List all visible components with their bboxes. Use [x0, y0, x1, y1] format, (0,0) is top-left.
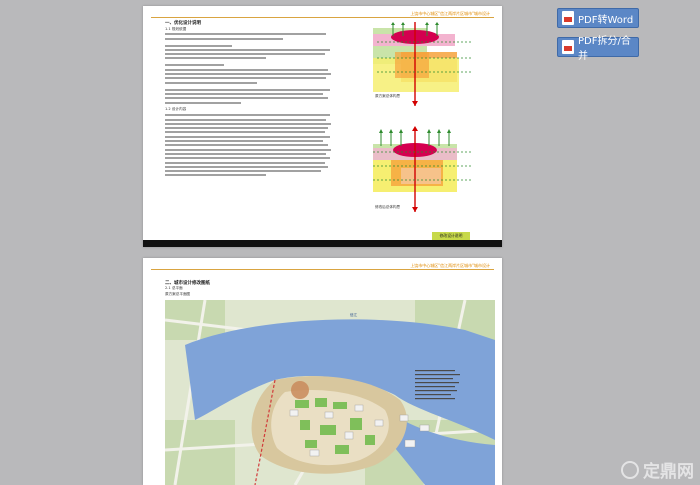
body-text-block-1 — [165, 31, 333, 106]
pdf-split-merge-label: PDF拆分/合并 — [578, 36, 631, 62]
header-rule — [151, 17, 494, 18]
river-label: 信江 — [350, 313, 358, 317]
original-concept-diagram — [373, 22, 473, 106]
diagram-caption-bottom: 修改后总体构思 — [375, 205, 401, 209]
pdf-to-word-button[interactable]: PDF转Word — [557, 8, 639, 28]
document-page-2: 上饶市中心城区"信江两岸片区城市"城市设计 二、城市设计修改图纸 2.1 总平面… — [143, 258, 502, 485]
header-rule — [151, 269, 494, 270]
diagram-caption-top: 原方案总体构思 — [375, 94, 401, 98]
watermark: 定鼎网 — [621, 457, 694, 482]
pdf-split-merge-button[interactable]: PDF拆分/合并 — [557, 36, 639, 62]
document-page-1: 上饶市中心城区"信江两岸片区城市"城市设计 一、优化设计说明 1.1 规划依据 … — [143, 6, 502, 247]
pdf-icon — [562, 11, 574, 25]
pdf-icon — [562, 40, 574, 54]
footer-bar — [143, 240, 502, 247]
subsection-heading: 2.1 总平面 — [165, 286, 183, 290]
plan-caption: 原方案总平面图 — [165, 292, 191, 296]
master-plan-map — [165, 300, 495, 485]
pdf-to-word-label: PDF转Word — [578, 14, 634, 26]
footer-section-tab: 修改设计说明 — [432, 232, 470, 240]
section-title: 一、优化设计说明 — [165, 21, 201, 26]
watermark-text: 定鼎网 — [643, 462, 694, 482]
watermark-logo-icon — [621, 460, 639, 479]
body-text-block-2 — [165, 112, 333, 179]
revised-concept-diagram — [373, 126, 473, 212]
